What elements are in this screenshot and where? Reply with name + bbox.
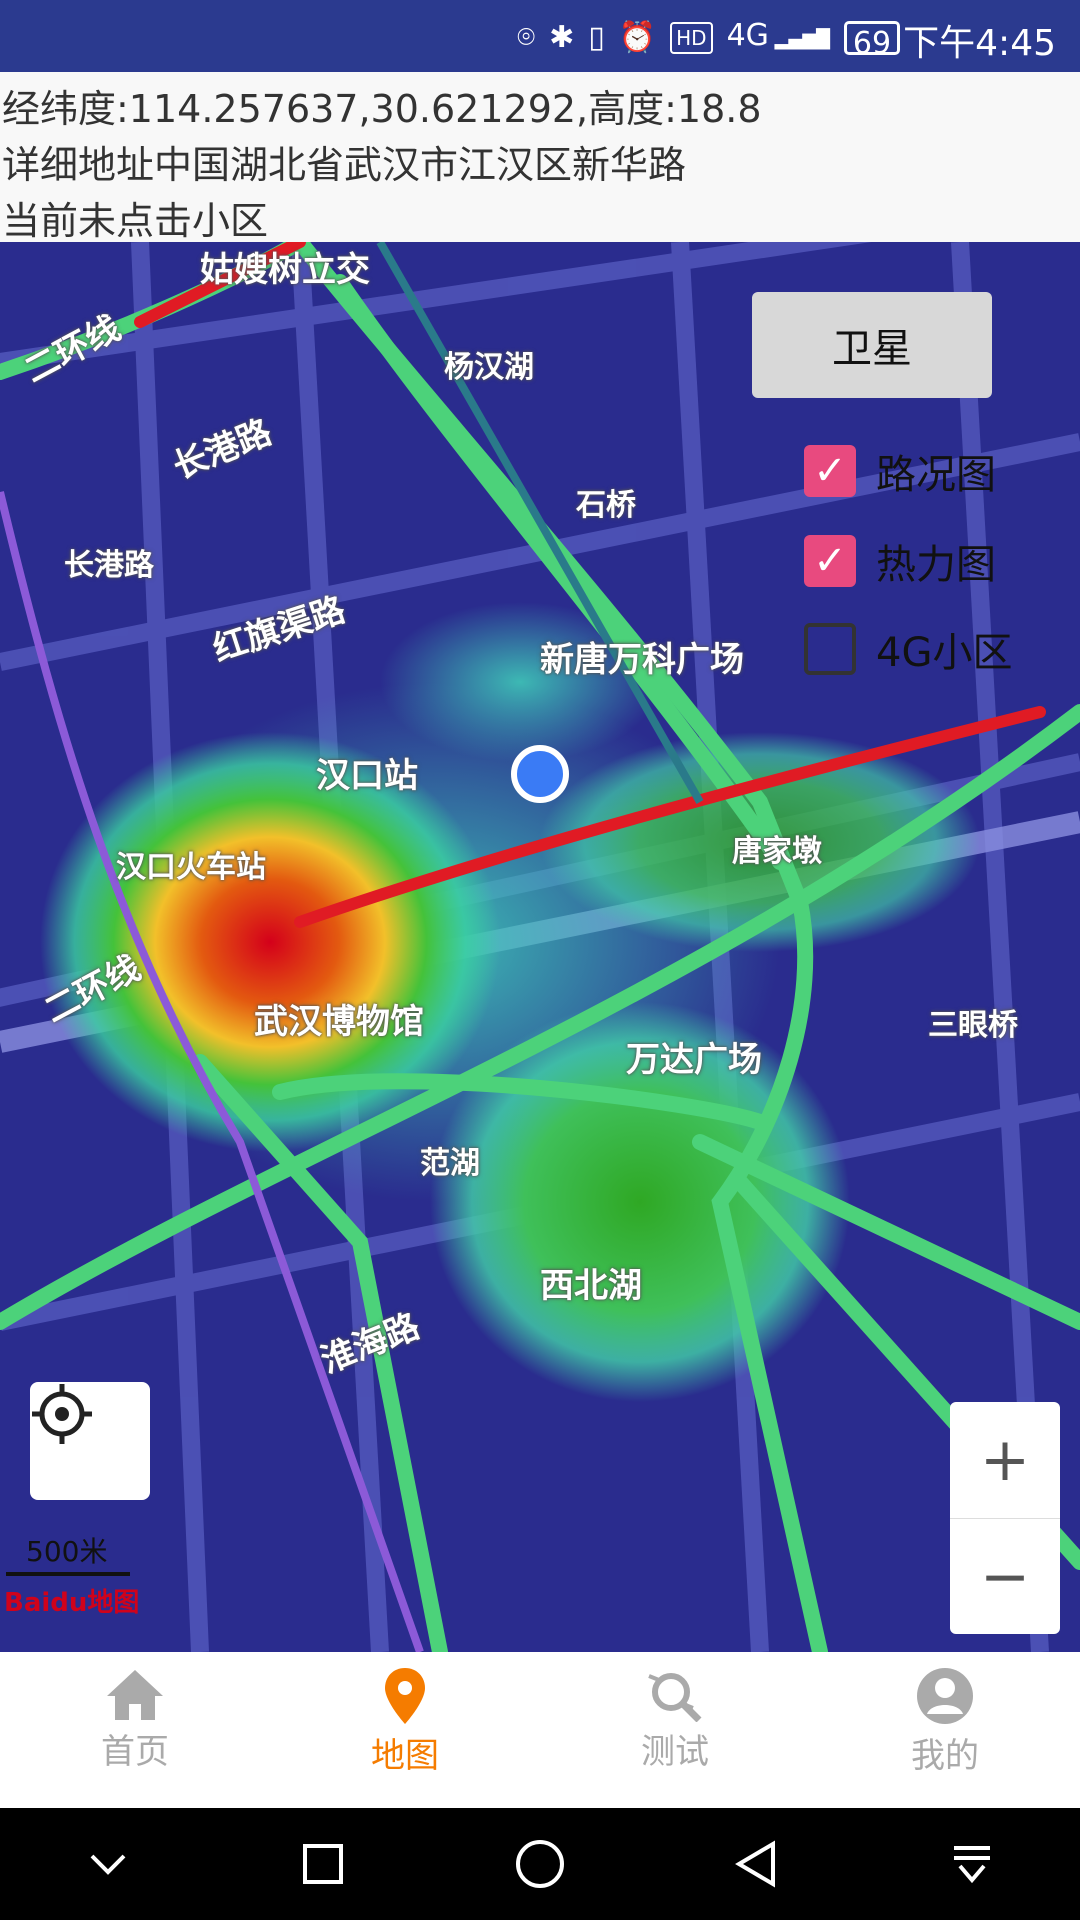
status-time: 下午4:45 (903, 23, 1056, 64)
map-label-guseshu: 姑嫂树立交 (200, 250, 370, 290)
map-label-hankou-train-station: 汉口火车站 (116, 850, 266, 885)
tab-test[interactable]: 测试 (540, 1652, 810, 1808)
home-icon (107, 1670, 163, 1720)
tab-profile[interactable]: 我的 (810, 1652, 1080, 1808)
layer-heatmap-label: 热力图 (876, 542, 996, 588)
map-label-xibeihu: 西北湖 (540, 1266, 642, 1306)
locate-me-button[interactable] (30, 1382, 150, 1500)
tab-profile-label: 我的 (911, 1736, 979, 1776)
coords-text: 经纬度:114.257637,30.621292,高度:18.8 (2, 87, 762, 131)
layer-heatmap-checkbox[interactable]: ✓ 热力图 (804, 532, 996, 590)
bluetooth-icon: ✱ (549, 20, 575, 55)
system-navigation-bar (0, 1808, 1080, 1920)
location-icon: ⌾ (517, 20, 536, 55)
signal-icon: 4G ▂▄▆█ (726, 18, 830, 53)
alarm-icon: ⏰ (618, 20, 657, 55)
checkbox-checked-icon: ✓ (804, 445, 856, 497)
scale-label: 500米 (26, 1535, 108, 1568)
network-type: 4G (726, 18, 769, 53)
map-label-yanghanhu: 杨汉湖 (444, 350, 534, 385)
vibrate-icon: ▯ (588, 20, 605, 55)
back-icon[interactable] (733, 1840, 781, 1888)
layer-traffic-checkbox[interactable]: ✓ 路况图 (804, 442, 996, 500)
crosshair-icon (32, 1384, 92, 1444)
map-label-hankou-station: 汉口站 (316, 756, 418, 796)
map-label-sanyanqiao: 三眼桥 (928, 1008, 1018, 1043)
cell-status-text: 当前未点击小区 (2, 199, 269, 243)
tab-map[interactable]: 地图 (270, 1652, 540, 1808)
zoom-out-button[interactable]: − (950, 1519, 1060, 1635)
status-icons: ⌾ ✱ ▯ ⏰ HD 4G ▂▄▆█ 69 (517, 16, 900, 61)
recent-apps-icon[interactable] (299, 1840, 347, 1888)
zoom-control: + − (950, 1402, 1060, 1634)
baidu-logo: Baidu地图 (4, 1588, 140, 1618)
layer-4g-cell-label: 4G小区 (876, 630, 1013, 676)
address-text: 详细地址中国湖北省武汉市江汉区新华路 (2, 143, 687, 187)
map-label-changgang-station: 长港路 (64, 548, 154, 583)
layer-traffic-label: 路况图 (876, 452, 996, 498)
layer-4g-cell-checkbox[interactable]: 4G小区 (804, 620, 1012, 678)
checkbox-checked-icon: ✓ (804, 535, 856, 587)
location-info-panel: 经纬度:114.257637,30.621292,高度:18.8 详细地址中国湖… (0, 72, 1080, 243)
checkbox-unchecked-icon (804, 623, 856, 675)
map-label-wuhan-museum: 武汉博物馆 (254, 1002, 424, 1042)
battery-icon: 69 (844, 21, 900, 61)
map-label-wanda-plaza: 万达广场 (626, 1040, 762, 1080)
map-scale: 500米 (6, 1530, 130, 1576)
bottom-navigation: 首页 地图 测试 我的 (0, 1652, 1080, 1808)
tab-home[interactable]: 首页 (0, 1652, 270, 1808)
test-icon (648, 1673, 702, 1722)
hide-keyboard-icon[interactable] (84, 1840, 132, 1888)
map-label-xintang-wanke: 新唐万科广场 (540, 640, 744, 680)
scale-bar (6, 1572, 130, 1576)
satellite-button[interactable]: 卫星 (752, 292, 992, 398)
hd-icon: HD (670, 22, 713, 54)
map-label-fanhu: 范湖 (420, 1146, 480, 1181)
map-label-shiqiao: 石桥 (576, 488, 636, 523)
notification-pulldown-icon[interactable] (948, 1840, 996, 1888)
tab-map-label: 地图 (371, 1736, 439, 1776)
tab-test-label: 测试 (641, 1732, 709, 1772)
home-button-icon[interactable] (514, 1838, 566, 1890)
zoom-in-button[interactable]: + (950, 1402, 1060, 1519)
map-pin-icon (385, 1668, 425, 1724)
profile-icon (917, 1668, 973, 1724)
map-label-tangjiadun: 唐家墩 (732, 834, 822, 869)
map-view[interactable]: 姑嫂树立交 二环线 杨汉湖 长港路 石桥 长港路 红旗渠路 新唐万科广场 汉口站… (0, 242, 1080, 1652)
status-bar: ⌾ ✱ ▯ ⏰ HD 4G ▂▄▆█ 69 下午4:45 (0, 0, 1080, 72)
tab-home-label: 首页 (101, 1732, 169, 1772)
